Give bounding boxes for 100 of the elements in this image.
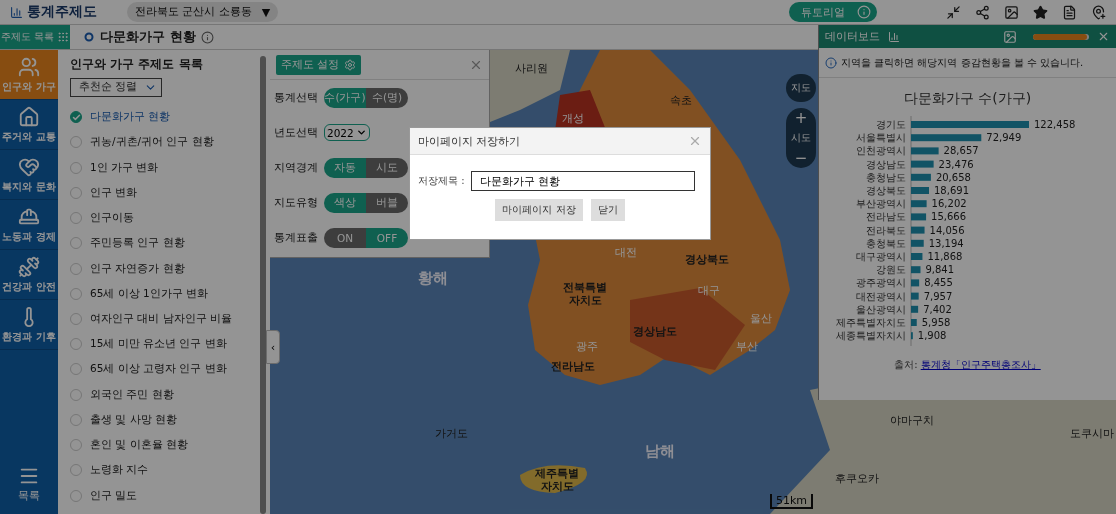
zoom-out-button[interactable]: − bbox=[786, 148, 816, 168]
theme-list-item[interactable]: 외국인 주민 현황 bbox=[70, 382, 258, 408]
map-label: 후쿠오카 bbox=[835, 472, 879, 485]
radio-button[interactable] bbox=[70, 186, 82, 199]
star-icon[interactable] bbox=[1033, 4, 1048, 20]
document-icon[interactable] bbox=[1062, 4, 1077, 20]
map-label: 울산 bbox=[750, 312, 772, 325]
theme-list-item[interactable]: 15세 미만 유소년 인구 변화 bbox=[70, 331, 258, 357]
category-label: 경기도 bbox=[876, 119, 906, 130]
map-type-button[interactable]: 지도 bbox=[786, 74, 816, 102]
scrollbar[interactable] bbox=[260, 56, 266, 514]
menu-button[interactable]: 목록 bbox=[0, 464, 58, 504]
map-label: 대전 bbox=[615, 246, 637, 259]
sort-dropdown[interactable]: 추천순 정렬 bbox=[70, 78, 162, 97]
theme-list-item[interactable]: 인구 변화 bbox=[70, 180, 258, 206]
bar bbox=[911, 226, 925, 234]
radio-button[interactable] bbox=[70, 363, 82, 376]
theme-list-item[interactable]: 혼인 및 이혼율 현황 bbox=[70, 432, 258, 458]
info-icon[interactable] bbox=[200, 30, 214, 44]
radio-button[interactable] bbox=[70, 413, 82, 426]
radio-button[interactable] bbox=[70, 111, 82, 124]
category-label: 충청남도 bbox=[866, 171, 906, 183]
people-icon bbox=[18, 55, 40, 78]
radio-button[interactable] bbox=[70, 489, 82, 502]
map-label: 대구 bbox=[698, 284, 720, 297]
zoom-in-button[interactable]: + bbox=[786, 108, 816, 128]
radio-button[interactable] bbox=[70, 439, 82, 452]
category-label: 세종특별자치시 bbox=[836, 330, 906, 342]
radio-button[interactable] bbox=[70, 287, 82, 300]
shrink-icon[interactable] bbox=[946, 4, 961, 20]
close-icon[interactable] bbox=[1097, 30, 1110, 43]
grid-icon bbox=[57, 31, 70, 43]
category-label: 서울특별시 bbox=[856, 132, 906, 144]
dumbbell-icon bbox=[18, 255, 40, 278]
map-label: 전북특별자치도 bbox=[562, 282, 608, 308]
radio-button[interactable] bbox=[70, 464, 82, 477]
radio-button[interactable] bbox=[70, 262, 82, 275]
radio-button[interactable] bbox=[70, 212, 82, 225]
share-icon[interactable] bbox=[975, 4, 990, 20]
app-logo[interactable]: 통계주제도 bbox=[10, 3, 97, 21]
radio-button[interactable] bbox=[70, 388, 82, 401]
value-label: 72,949 bbox=[986, 132, 1022, 144]
value-label: 8,455 bbox=[924, 277, 953, 289]
category-label: 울산광역시 bbox=[856, 303, 906, 315]
title-input[interactable]: 다문화가구 현황 bbox=[470, 171, 695, 191]
radio-button[interactable] bbox=[70, 338, 82, 351]
category-label: 경상남도 bbox=[866, 158, 906, 170]
theme-list-item[interactable]: 출생 및 사망 현황 bbox=[70, 407, 258, 433]
toggle-option[interactable]: 버블 bbox=[366, 192, 408, 213]
map-label: 남해 bbox=[645, 443, 675, 461]
source-link[interactable]: 통계청「인구주택총조사」 bbox=[920, 358, 1041, 372]
map-label: 경상북도 bbox=[684, 254, 730, 267]
bar bbox=[911, 279, 920, 287]
map-label: 가거도 bbox=[435, 427, 468, 440]
circle-icon bbox=[84, 32, 94, 42]
close-icon[interactable] bbox=[688, 134, 702, 148]
slider-fill[interactable] bbox=[1033, 33, 1088, 40]
chart-title: 다문화가구 수(가구) bbox=[902, 90, 1033, 108]
collapse-button[interactable]: ‹ bbox=[266, 330, 280, 364]
theme-list-item[interactable]: 귀농/귀촌/귀어 인구 현황 bbox=[70, 129, 258, 156]
value-label: 9,841 bbox=[925, 264, 955, 276]
radio-button[interactable] bbox=[70, 136, 82, 149]
toggle-option[interactable]: ON bbox=[324, 227, 366, 248]
value-label: 7,957 bbox=[923, 290, 953, 302]
year-dropdown[interactable]: 2022 bbox=[324, 124, 370, 141]
theme-list-item[interactable]: 다문화가구 현황 bbox=[70, 104, 258, 130]
theme-list-item[interactable]: 인구 밀도 bbox=[70, 482, 258, 509]
radio-button[interactable] bbox=[70, 237, 82, 250]
theme-list-item[interactable]: 1인 가구 변화 bbox=[70, 155, 258, 181]
theme-list-item[interactable]: 65세 이상 고령자 인구 변화 bbox=[70, 356, 258, 382]
image-icon[interactable] bbox=[1004, 4, 1019, 20]
setting-label: 년도선택 bbox=[274, 125, 319, 140]
theme-list-item[interactable]: 여자인구 대비 남자인구 비율 bbox=[70, 306, 258, 332]
map-label: 제주특별자치도 bbox=[534, 468, 580, 494]
dialog-button[interactable]: 마이페이지 저장 bbox=[495, 199, 583, 221]
map-label: 사리원 bbox=[515, 62, 548, 75]
map-add-icon[interactable] bbox=[1091, 4, 1106, 20]
bar bbox=[911, 147, 939, 155]
toggle-option[interactable]: 수(명) bbox=[366, 87, 408, 108]
map-title: 다문화가구 현황 bbox=[100, 28, 196, 46]
setting-label: 통계표출 bbox=[274, 230, 319, 245]
toggle-option[interactable]: 시도 bbox=[366, 157, 408, 178]
value-label: 1,908 bbox=[917, 330, 947, 342]
value-label: 16,202 bbox=[931, 198, 967, 210]
theme-list-item[interactable]: 주민등록 인구 현황 bbox=[70, 230, 258, 256]
radio-button[interactable] bbox=[70, 161, 82, 174]
chevron-down-icon bbox=[355, 127, 367, 138]
theme-list-item[interactable]: 인구이동 bbox=[70, 205, 258, 231]
theme-list-item[interactable]: 65세 이상 1인가구 변화 bbox=[70, 281, 258, 307]
value-label: 11,868 bbox=[927, 251, 963, 262]
value-label: 122,458 bbox=[1034, 119, 1076, 130]
theme-list-item[interactable]: 인구 자연증가 현황 bbox=[70, 255, 258, 282]
bar-chart-icon bbox=[888, 30, 900, 43]
dialog-button[interactable]: 닫기 bbox=[590, 199, 625, 221]
map-label: 황해 bbox=[418, 270, 448, 288]
setting-label: 지도유형 bbox=[274, 195, 319, 210]
radio-button[interactable] bbox=[70, 312, 82, 325]
region-dropdown[interactable]: 전라북도 군산시 소룡동 ▼ bbox=[127, 2, 279, 22]
theme-list-item[interactable]: 노령화 지수 bbox=[70, 457, 258, 483]
category-label: 인천광역시 bbox=[856, 145, 906, 157]
